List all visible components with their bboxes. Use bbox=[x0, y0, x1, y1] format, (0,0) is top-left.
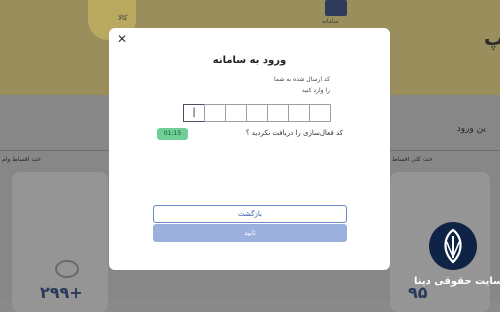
otp-instructions: کد ارسال شده به شما را وارد کنید bbox=[160, 74, 330, 96]
otp-digit-input[interactable] bbox=[267, 104, 289, 122]
modal-title: ورود به سامانه bbox=[212, 55, 287, 66]
product-price: ۲۹۹+ bbox=[40, 283, 83, 302]
otp-digit-input[interactable] bbox=[288, 104, 310, 122]
otp-digit-input[interactable] bbox=[225, 104, 247, 122]
confirm-button[interactable]: تایید bbox=[153, 224, 347, 242]
otp-input-group: | bbox=[183, 104, 331, 122]
otp-instructions-line1: کد ارسال شده به شما bbox=[274, 76, 330, 83]
login-modal: ✕ ورود به سامانه کد ارسال شده به شما را … bbox=[109, 28, 390, 270]
otp-digit-input[interactable]: | bbox=[183, 104, 205, 122]
watermark-text: سایت حقوقی دینا bbox=[414, 276, 500, 287]
otp-instructions-line2: را وارد کنید bbox=[301, 87, 330, 94]
watermark-logo-icon bbox=[429, 222, 477, 270]
logo-caption: سامانه bbox=[322, 18, 339, 25]
nav-total-installments: خت کلی اقساط bbox=[392, 156, 433, 163]
nav-loan-installments: خت اقساط وام bbox=[2, 156, 41, 163]
promo-badge-label: کالا bbox=[118, 14, 128, 22]
otp-digit-input[interactable] bbox=[309, 104, 331, 122]
product-icon bbox=[55, 260, 79, 278]
tab-login: ین ورود bbox=[456, 124, 486, 134]
back-button[interactable]: بازگشت bbox=[153, 205, 347, 223]
resend-code-prompt: کد فعال‌سازی را دریافت نکردید ؟ bbox=[245, 129, 343, 137]
close-icon[interactable]: ✕ bbox=[117, 32, 127, 46]
countdown-timer: 01:15 bbox=[157, 128, 188, 140]
site-logo-icon bbox=[325, 0, 347, 16]
otp-digit-input[interactable] bbox=[204, 104, 226, 122]
otp-digit-input[interactable] bbox=[246, 104, 268, 122]
header-heading: پ bbox=[483, 26, 500, 50]
